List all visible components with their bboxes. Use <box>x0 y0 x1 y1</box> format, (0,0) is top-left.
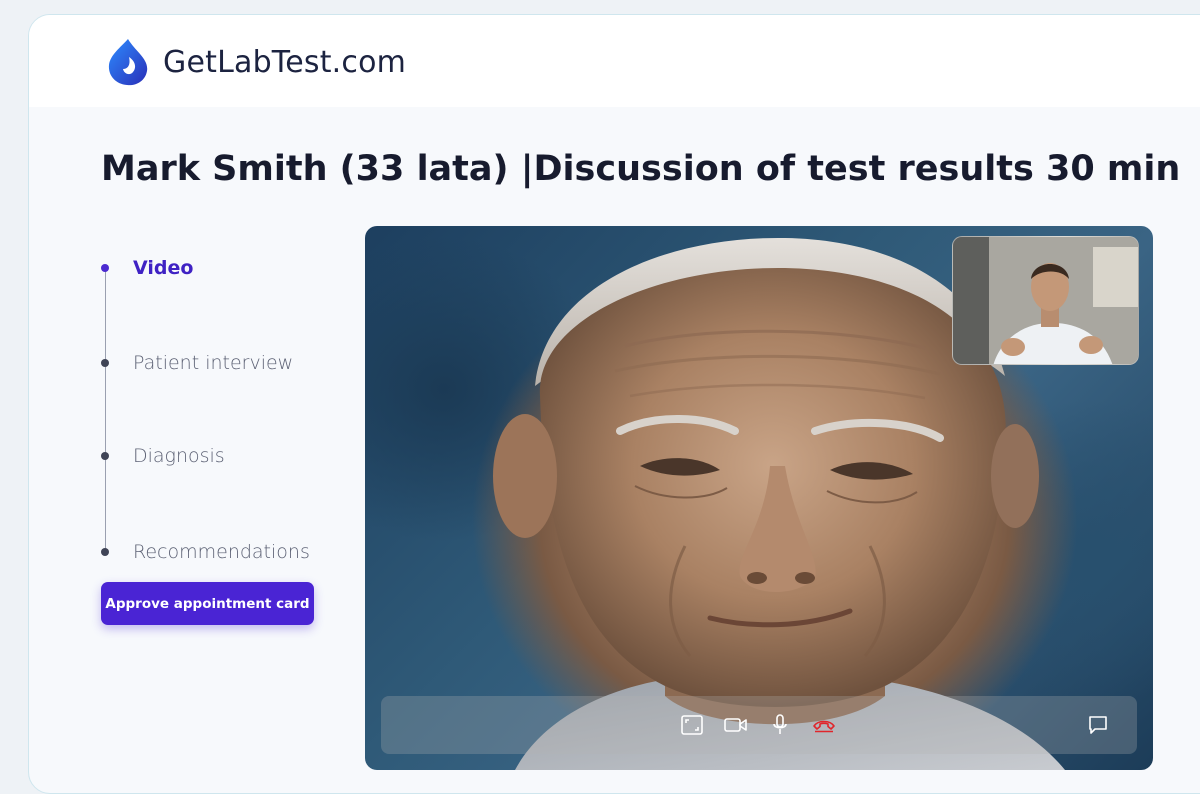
step-navigation: Video Patient interview Diagnosis Recomm… <box>99 241 339 563</box>
video-call-area[interactable] <box>365 226 1153 770</box>
step-dot <box>101 359 109 367</box>
camera-icon <box>724 718 747 732</box>
end-call-button[interactable] <box>809 710 839 740</box>
self-view-video[interactable] <box>952 236 1139 365</box>
step-label: Recommendations <box>133 541 310 563</box>
step-dot <box>101 548 109 556</box>
microphone-icon <box>773 714 787 734</box>
fullscreen-button[interactable] <box>677 710 707 740</box>
steps-timeline-line <box>105 271 106 553</box>
local-participant-video <box>953 237 1138 364</box>
chat-button[interactable] <box>1083 710 1113 740</box>
fullscreen-icon <box>681 715 703 735</box>
brand-name: GetLabTest.com <box>163 44 407 80</box>
step-dot <box>101 452 109 460</box>
step-diagnosis[interactable]: Diagnosis <box>99 445 225 467</box>
camera-toggle-button[interactable] <box>721 710 751 740</box>
step-label: Diagnosis <box>133 445 225 467</box>
page-title: Mark Smith (33 lata) |Discussion of test… <box>101 149 1181 189</box>
step-dot <box>101 264 109 272</box>
brand-logo[interactable]: GetLabTest.com <box>105 37 406 87</box>
drop-logo-icon <box>108 39 148 86</box>
step-patient-interview[interactable]: Patient interview <box>99 352 293 374</box>
top-bar: GetLabTest.com <box>29 15 1200 107</box>
end-call-icon <box>813 720 835 733</box>
step-label: Video <box>133 257 194 279</box>
chat-icon <box>1089 716 1107 734</box>
call-controls-bar <box>381 696 1137 754</box>
microphone-toggle-button[interactable] <box>765 710 795 740</box>
step-video[interactable]: Video <box>99 257 193 279</box>
approve-appointment-card-button[interactable]: Approve appointment card <box>101 582 314 625</box>
step-recommendations[interactable]: Recommendations <box>99 541 310 563</box>
app-frame: GetLabTest.com Mark Smith (33 lata) |Dis… <box>28 14 1200 794</box>
step-label: Patient interview <box>133 352 294 374</box>
